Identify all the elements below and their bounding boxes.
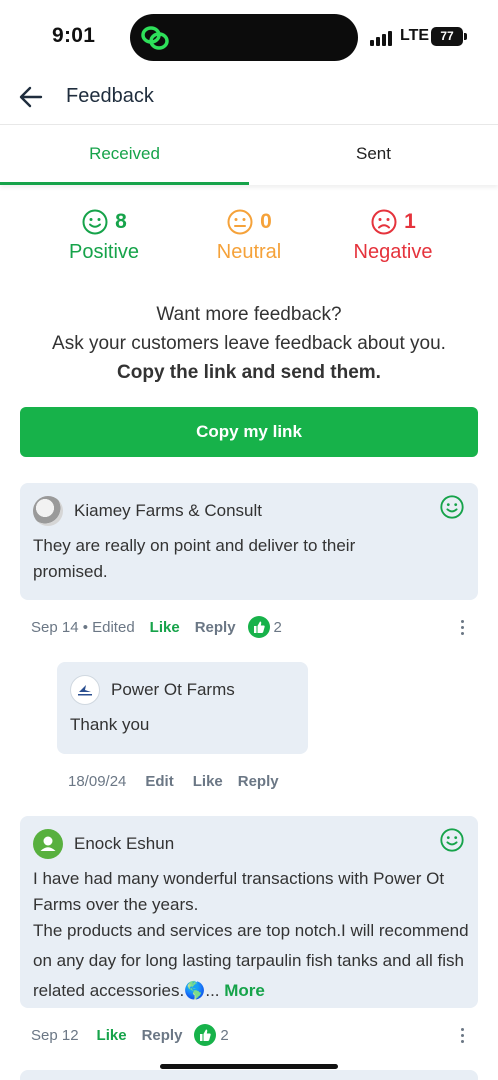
reply-text: Thank you [70, 715, 150, 734]
promo-text: Want more feedback? Ask your customers l… [0, 300, 498, 387]
tab-received[interactable]: Received [0, 125, 249, 185]
thumbs-up-icon [247, 616, 270, 638]
reply-button[interactable]: Reply [195, 619, 236, 636]
more-options-icon[interactable] [459, 1028, 465, 1046]
feedback-summary: 8 Positive 0 Neutral 1 Negative [0, 205, 498, 275]
thumbs-up-icon [194, 1024, 217, 1046]
neutral-face-icon [227, 209, 253, 235]
more-link[interactable]: More [224, 981, 265, 1000]
feedback-text: They are really on point and deliver to … [33, 536, 356, 581]
negative-label: Negative [353, 241, 433, 263]
author-name[interactable]: Kiamey Farms & Consult [74, 501, 262, 521]
like-count: 2 [220, 1026, 229, 1044]
positive-count[interactable]: 8 Positive [34, 205, 174, 264]
feedback-meta: Sep 14 • Edited Like Reply 2 [31, 615, 282, 639]
home-indicator[interactable] [160, 1064, 338, 1069]
feedback-card: Enock Eshun I have had many wonderful tr… [20, 816, 478, 1008]
sad-face-icon [371, 209, 397, 235]
negative-value: 1 [404, 210, 416, 233]
feedback-date: Sep 12 [31, 1026, 79, 1044]
smile-icon [440, 495, 464, 519]
tab-bar: Received Sent [0, 125, 498, 185]
active-tab-indicator [0, 182, 249, 185]
feedback-text-line: I have had many wonderful transactions w… [33, 869, 445, 914]
avatar[interactable] [33, 829, 63, 859]
reply-button[interactable]: Reply [238, 773, 279, 790]
farm-logo-icon [78, 685, 92, 696]
reply-date: 18/09/24 [68, 772, 127, 790]
link-app-icon [141, 26, 169, 50]
dynamic-island [130, 14, 358, 61]
promo-line-3: Copy the link and send them. [117, 362, 381, 383]
like-button[interactable]: Like [150, 619, 180, 636]
status-time: 9:01 [52, 24, 96, 47]
like-button[interactable]: Like [193, 773, 223, 790]
status-bar: 9:01 LTE 77 [0, 0, 498, 70]
neutral-label: Neutral [216, 241, 282, 263]
tab-sent[interactable]: Sent [249, 125, 498, 185]
author-name[interactable]: Enock Eshun [74, 834, 174, 854]
avatar[interactable] [70, 675, 100, 705]
arrow-left-icon[interactable] [16, 82, 46, 112]
promo-line-1: Want more feedback? [156, 304, 342, 325]
positive-value: 8 [115, 210, 127, 233]
feedback-card-partial [20, 1070, 478, 1080]
feedback-date: Sep 14 • Edited [31, 618, 135, 636]
battery-tip [464, 33, 467, 40]
app-header: Feedback [0, 70, 498, 125]
feedback-meta: Sep 12 Like Reply 2 [31, 1023, 229, 1047]
user-icon [40, 836, 56, 851]
neutral-count[interactable]: 0 Neutral [179, 205, 319, 264]
network-type: LTE [400, 27, 430, 44]
reply-card: Power Ot Farms Thank you [57, 662, 308, 754]
battery-icon: 77 [431, 27, 463, 46]
reply-author[interactable]: Power Ot Farms [111, 680, 235, 700]
signal-icon [370, 30, 392, 46]
feedback-card: Kiamey Farms & Consult They are really o… [20, 483, 478, 600]
more-options-icon[interactable] [459, 620, 465, 638]
smile-icon [440, 828, 464, 852]
neutral-value: 0 [260, 210, 272, 233]
like-count: 2 [273, 618, 282, 636]
like-button[interactable]: Like [97, 1027, 127, 1044]
edit-button[interactable]: Edit [145, 773, 173, 790]
page-title: Feedback [66, 85, 154, 107]
positive-label: Positive [68, 241, 140, 263]
reply-button[interactable]: Reply [142, 1027, 183, 1044]
avatar[interactable] [33, 496, 63, 526]
feedback-text: I have had many wonderful transactions w… [33, 866, 469, 1006]
promo-line-2: Ask your customers leave feedback about … [52, 333, 446, 354]
copy-link-button[interactable]: Copy my link [20, 407, 478, 457]
reply-meta: 18/09/24 Edit Like Reply [68, 769, 279, 793]
feedback-text-line: The products and services are top notch.… [33, 916, 469, 1006]
smile-icon [82, 209, 108, 235]
negative-count[interactable]: 1 Negative [323, 205, 463, 264]
